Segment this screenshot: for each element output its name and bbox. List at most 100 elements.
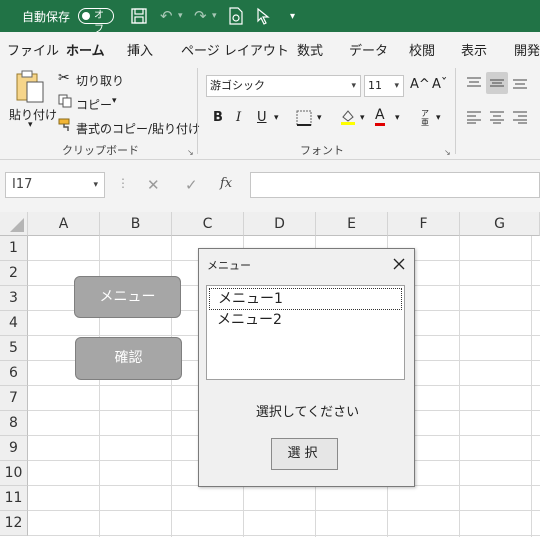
border-dropdown-icon[interactable]: ▾	[317, 113, 322, 123]
close-icon[interactable]	[392, 251, 406, 276]
title-bar: 自動保存 オフ ↶ ▾ ↷ ▾ ▾	[0, 0, 540, 35]
phonetic-dropdown-icon[interactable]: ▾	[436, 113, 441, 123]
select-all-corner[interactable]	[0, 212, 28, 236]
ribbon-tabs: ファイル ホーム 挿入 ページ レイアウト 数式 データ 校閲 表示 開発	[0, 32, 540, 65]
row-header[interactable]: 5	[0, 336, 28, 361]
column-header[interactable]: E	[316, 212, 388, 236]
customize-icon[interactable]: ▾	[290, 0, 295, 32]
align-center-icon[interactable]	[489, 110, 505, 127]
tab-data[interactable]: データ	[349, 40, 388, 59]
column-header[interactable]: A	[28, 212, 100, 236]
row-header[interactable]: 7	[0, 386, 28, 411]
paste-label[interactable]: 貼り付け	[9, 106, 57, 123]
clipboard-group-label: クリップボード	[62, 144, 139, 157]
row-header[interactable]: 8	[0, 411, 28, 436]
menu-listbox[interactable]: メニュー1 メニュー2	[206, 285, 405, 380]
column-header[interactable]: B	[100, 212, 172, 236]
font-name-value: 游ゴシック	[210, 79, 265, 92]
copy-icon[interactable]	[58, 94, 72, 111]
font-color-dropdown-icon[interactable]: ▾	[395, 113, 400, 123]
row-header[interactable]: 1	[0, 236, 28, 261]
paste-icon[interactable]	[14, 70, 46, 107]
dialog-title: メニュー	[207, 259, 251, 272]
tab-developer[interactable]: 開発	[514, 40, 540, 59]
font-size-select[interactable]: 11 ▾	[364, 75, 404, 97]
align-right-icon[interactable]	[512, 110, 528, 127]
row-header[interactable]: 4	[0, 311, 28, 336]
row-header[interactable]: 3	[0, 286, 28, 311]
tab-file[interactable]: ファイル	[7, 40, 59, 59]
tab-view[interactable]: 表示	[461, 40, 487, 59]
save-icon[interactable]	[130, 0, 148, 32]
increase-font-size-button[interactable]: A^	[410, 77, 430, 92]
row-header[interactable]: 9	[0, 436, 28, 461]
undo-dropdown-icon[interactable]: ▾	[178, 0, 183, 32]
align-top-icon[interactable]	[466, 76, 482, 93]
paste-dropdown-icon[interactable]: ▾	[28, 120, 33, 130]
clipboard-launcher-icon[interactable]: ↘	[187, 148, 194, 157]
ribbon: 貼り付け ▾ ✂ 切り取り コピー ▾ 書式のコピー/貼り付け クリップボード …	[0, 62, 540, 160]
column-header[interactable]: C	[172, 212, 244, 236]
copy-label[interactable]: コピー	[76, 96, 112, 113]
row-header[interactable]: 6	[0, 361, 28, 386]
list-item[interactable]: メニュー1	[209, 288, 402, 310]
cut-label[interactable]: 切り取り	[76, 72, 124, 89]
decrease-font-size-button[interactable]: Aˇ	[432, 77, 447, 92]
tab-insert[interactable]: 挿入	[127, 40, 153, 59]
tab-formulas[interactable]: 数式	[297, 40, 323, 59]
confirm-button[interactable]: 確認	[75, 337, 182, 380]
enter-icon[interactable]: ✓	[185, 176, 198, 194]
ribbon-separator	[197, 68, 198, 154]
font-size-value: 11	[368, 79, 382, 92]
redo-dropdown-icon[interactable]: ▾	[212, 0, 217, 32]
undo-icon[interactable]: ↶	[160, 0, 173, 32]
column-header[interactable]: F	[388, 212, 460, 236]
column-header[interactable]: D	[244, 212, 316, 236]
row-header[interactable]: 10	[0, 461, 28, 486]
insert-function-icon[interactable]: fx	[220, 176, 232, 191]
select-button[interactable]: 選択	[271, 438, 338, 470]
row-header[interactable]: 12	[0, 511, 28, 536]
menu-dialog: メニュー メニュー1 メニュー2 選択してください 選択	[198, 248, 415, 487]
align-middle-icon[interactable]	[486, 72, 508, 94]
font-name-select[interactable]: 游ゴシック ▾	[206, 75, 361, 97]
cut-icon[interactable]: ✂	[58, 70, 70, 86]
redo-icon[interactable]: ↷	[194, 0, 207, 32]
chevron-down-icon: ▾	[351, 81, 356, 91]
row-header[interactable]: 2	[0, 261, 28, 286]
copy-dropdown-icon[interactable]: ▾	[112, 96, 117, 106]
border-icon[interactable]	[296, 110, 312, 129]
underline-button[interactable]: U	[257, 110, 267, 125]
tab-home[interactable]: ホーム	[66, 40, 105, 65]
cancel-icon[interactable]: ✕	[147, 176, 160, 194]
align-left-icon[interactable]	[466, 110, 482, 127]
fill-color-dropdown-icon[interactable]: ▾	[360, 113, 365, 123]
underline-dropdown-icon[interactable]: ▾	[274, 113, 279, 123]
font-launcher-icon[interactable]: ↘	[444, 148, 451, 157]
autosave-label: 自動保存	[22, 9, 71, 24]
row-header[interactable]: 11	[0, 486, 28, 511]
more-icon: ⋮	[117, 176, 129, 190]
format-painter-icon[interactable]	[58, 118, 74, 135]
align-bottom-icon[interactable]	[512, 76, 528, 93]
italic-button[interactable]: I	[236, 110, 241, 125]
list-item[interactable]: メニュー2	[209, 310, 402, 332]
dialog-message: 選択してください	[255, 405, 360, 420]
autosave-toggle[interactable]: オフ	[78, 8, 114, 35]
format-painter-label[interactable]: 書式のコピー/貼り付け	[76, 120, 200, 137]
tab-page-layout[interactable]: ページ レイアウト	[181, 40, 289, 59]
font-color-button[interactable]: A	[375, 107, 385, 126]
menu-button[interactable]: メニュー	[74, 276, 181, 318]
fill-color-icon[interactable]	[339, 108, 357, 129]
tab-review[interactable]: 校閲	[409, 40, 435, 59]
bold-button[interactable]: B	[213, 110, 223, 125]
ribbon-separator	[455, 68, 456, 154]
formula-input[interactable]	[250, 172, 540, 198]
name-box-value: I17	[12, 177, 33, 192]
column-header[interactable]: G	[460, 212, 540, 236]
chevron-down-icon: ▾	[394, 81, 399, 91]
phonetic-button[interactable]: ア亜	[418, 109, 432, 127]
pointer-icon[interactable]	[256, 0, 270, 32]
name-box[interactable]: I17 ▾	[5, 172, 105, 198]
print-preview-icon[interactable]	[228, 0, 244, 32]
